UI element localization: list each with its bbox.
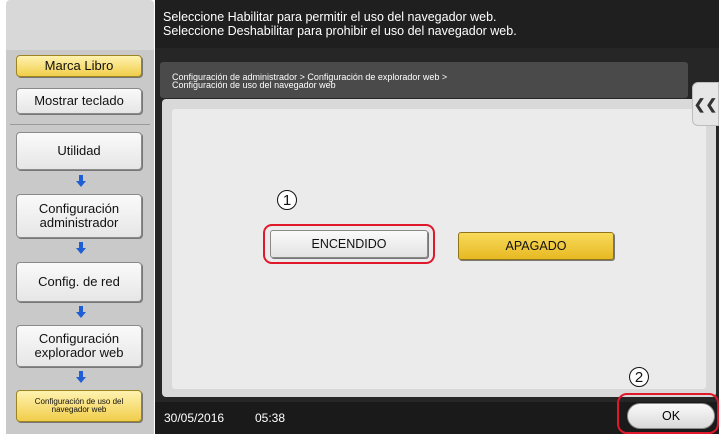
arrow-down-icon [76,242,86,254]
breadcrumb: Configuración de administrador > Configu… [160,62,688,98]
mostrar-teclado-button[interactable]: Mostrar teclado [16,88,142,114]
arrow-down-icon [76,371,86,383]
sidebar-item-configuracion-explorador-web[interactable]: Configuración explorador web [16,325,142,367]
sidebar-item-configuracion-administrador[interactable]: Configuración administrador [16,194,142,238]
arrow-down-icon [76,306,86,318]
callout-1: 1 [277,190,297,210]
instruction-message: Seleccione Habilitar para permitir el us… [155,0,719,48]
double-chevron-left-icon: ❮❮ [693,95,718,112]
sidebar-top [6,0,154,50]
sidebar-item-config-de-red[interactable]: Config. de red [16,262,142,302]
status-time: 05:38 [255,411,286,425]
apagado-button[interactable]: APAGADO [458,232,614,260]
sidebar-item-configuracion-uso-navegador[interactable]: Configuración de uso del navegador web [16,390,142,422]
instruction-line-2: Seleccione Deshabilitar para prohibir el… [163,24,517,38]
arrow-down-icon [76,175,86,187]
breadcrumb-line-2: Configuración de uso del navegador web [172,80,336,90]
sidebar-item-utilidad[interactable]: Utilidad [16,132,142,170]
instruction-line-1: Seleccione Habilitar para permitir el us… [163,10,497,24]
sidebar: Marca Libro Mostrar teclado Utilidad Con… [0,0,155,434]
status-date: 30/05/2016 [164,411,225,425]
callout-2: 2 [629,367,649,387]
encendido-button[interactable]: ENCENDIDO [270,230,428,258]
sidebar-divider [10,124,150,125]
ok-button[interactable]: OK [627,403,715,429]
collapse-panel-button[interactable]: ❮❮ [692,82,719,126]
content-inner [172,109,706,389]
marca-libro-button[interactable]: Marca Libro [16,55,142,77]
